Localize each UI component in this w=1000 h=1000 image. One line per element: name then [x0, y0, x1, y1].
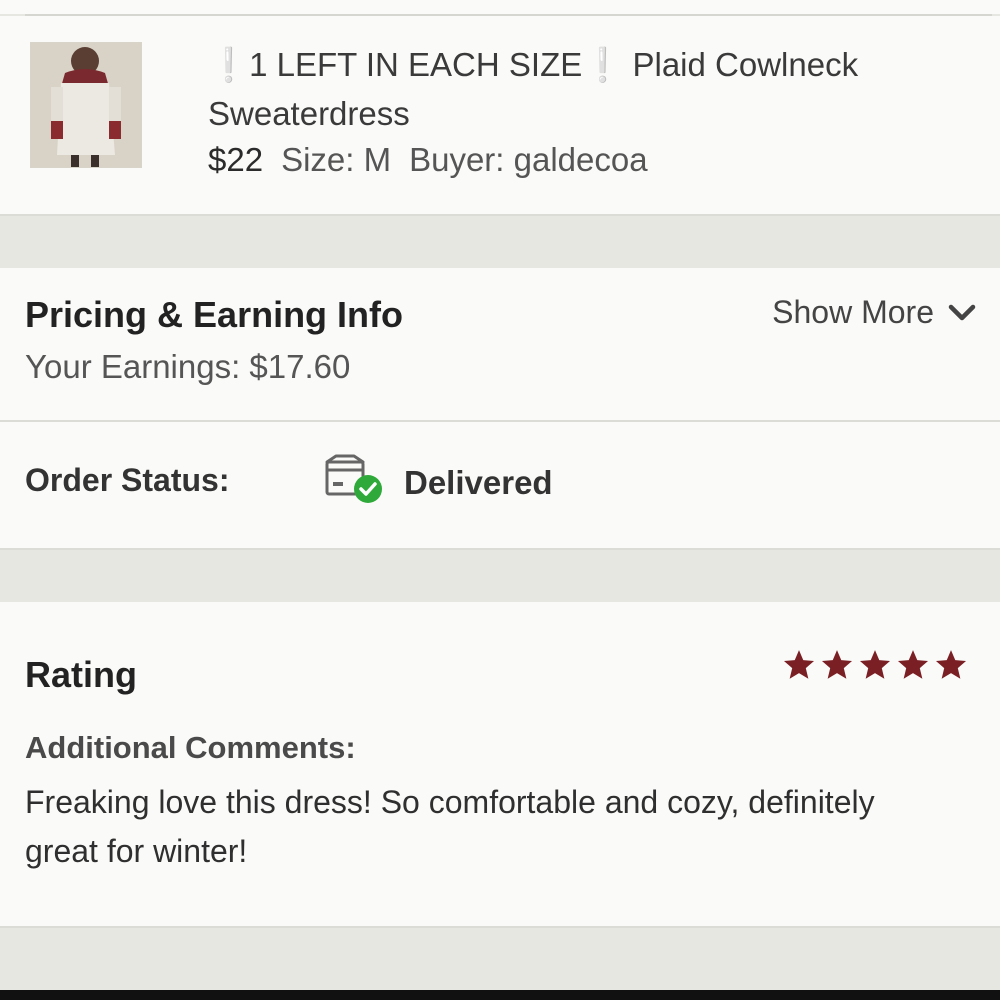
show-more-button[interactable]: Show More [772, 294, 976, 331]
item-price: $22 [208, 141, 264, 178]
comments-text: Freaking love this dress! So comfortable… [25, 784, 875, 869]
star-icon [935, 650, 967, 679]
package-delivered-icon [325, 454, 382, 503]
section-divider [0, 548, 1000, 550]
pricing-section: Pricing & Earning Info Your Earnings: $1… [0, 268, 1000, 420]
order-status-section: Order Status: Delivered [0, 422, 1000, 550]
item-thumbnail[interactable] [30, 42, 142, 168]
bottom-edge [0, 990, 1000, 1000]
star-icon [859, 650, 891, 679]
star-icon [821, 650, 853, 679]
star-icon [783, 650, 815, 679]
star-icon [897, 650, 929, 679]
rating-stars [782, 648, 968, 682]
previous-card-edge [0, 0, 1000, 14]
show-more-label: Show More [772, 294, 934, 330]
rating-section: Rating Additional Comments: Freaking lov… [0, 602, 1000, 928]
order-status-value: Delivered [404, 464, 553, 501]
item-title[interactable]: ❕1 LEFT IN EACH SIZE❕ Plaid Cowlneck Swe… [208, 40, 948, 138]
item-buyer[interactable]: Buyer: galdecoa [409, 141, 648, 178]
earnings-value: Your Earnings: $17.60 [25, 348, 351, 385]
rating-title: Rating [25, 654, 137, 695]
item-card[interactable]: ❕1 LEFT IN EACH SIZE❕ Plaid Cowlneck Swe… [0, 16, 1000, 214]
section-divider [0, 214, 1000, 216]
comments-label: Additional Comments: [25, 730, 356, 765]
section-divider [0, 926, 1000, 928]
order-status-label: Order Status: [25, 462, 230, 498]
item-meta: $22 Size: M Buyer: galdecoa [208, 138, 666, 182]
pricing-title: Pricing & Earning Info [25, 294, 404, 335]
chevron-down-icon [948, 304, 976, 320]
item-size: Size: M [281, 141, 392, 178]
